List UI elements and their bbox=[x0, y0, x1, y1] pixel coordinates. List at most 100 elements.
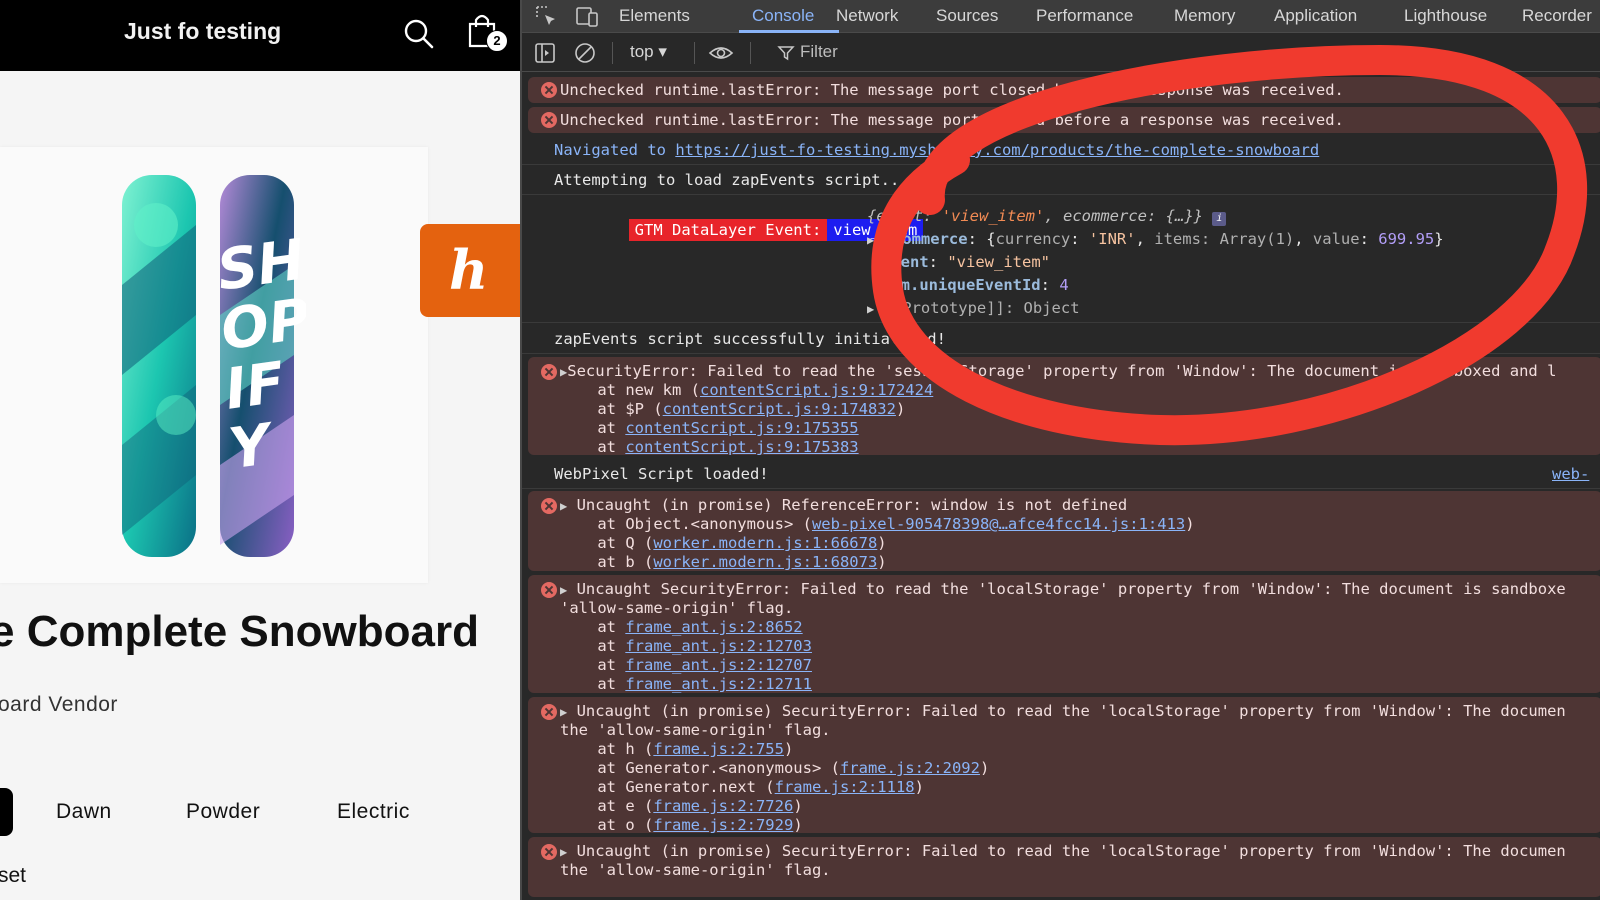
error-icon bbox=[541, 498, 557, 514]
console-toolbar: top ▾ Filter bbox=[522, 34, 1600, 72]
stack-link[interactable]: frame.js:2:755 bbox=[653, 740, 784, 758]
stack-link[interactable]: worker.modern.js:1:66678 bbox=[653, 534, 877, 552]
product-title: e Complete Snowboard bbox=[0, 607, 479, 656]
stack-link[interactable]: frame.js:2:7726 bbox=[653, 797, 793, 815]
cart-count-badge: 2 bbox=[486, 30, 508, 52]
source-link[interactable]: web- bbox=[1552, 465, 1589, 483]
error-icon bbox=[541, 844, 557, 860]
tab-lighthouse[interactable]: Lighthouse bbox=[1404, 6, 1487, 26]
console-message: Uncaught SecurityError: Failed to read t… bbox=[576, 580, 1566, 598]
stack-link[interactable]: worker.modern.js:1:68073 bbox=[653, 553, 877, 571]
console-gtm-row: GTM DataLayer Event: view_item {event: 'v… bbox=[522, 195, 1600, 323]
console-message: Attempting to load zapEvents script... bbox=[554, 171, 909, 189]
variant-option-powder[interactable]: Powder bbox=[186, 800, 260, 824]
variant-option-electric[interactable]: Electric bbox=[337, 800, 410, 824]
honey-logo-icon: h bbox=[449, 238, 489, 302]
stack-link[interactable]: contentScript.js:9:175383 bbox=[625, 438, 858, 455]
console-message: WebPixel Script loaded! bbox=[554, 465, 769, 483]
devtools-panel: Elements Console Network Sources Perform… bbox=[520, 0, 1600, 900]
console-output: Unchecked runtime.lastError: The message… bbox=[522, 73, 1600, 900]
stack-link[interactable]: frame_ant.js:2:8652 bbox=[625, 618, 802, 636]
console-message: Unchecked runtime.lastError: The message… bbox=[560, 111, 1344, 129]
console-message: Uncaught (in promise) SecurityError: Fai… bbox=[576, 842, 1566, 860]
tab-sources[interactable]: Sources bbox=[936, 6, 998, 26]
console-error-row[interactable]: ▶ Uncaught SecurityError: Failed to read… bbox=[528, 575, 1600, 693]
live-expression-eye-icon[interactable] bbox=[708, 40, 734, 66]
console-message-cont: 'allow-same-origin' flag. bbox=[560, 599, 794, 617]
stack-link[interactable]: frame_ant.js:2:12711 bbox=[625, 675, 812, 693]
filter-input[interactable]: Filter bbox=[768, 40, 968, 66]
console-error-row[interactable]: ▶SecurityError: Failed to read the 'sess… bbox=[528, 357, 1600, 455]
tab-memory[interactable]: Memory bbox=[1174, 6, 1235, 26]
tab-application[interactable]: Application bbox=[1274, 6, 1357, 26]
svg-text:IF: IF bbox=[221, 350, 289, 423]
console-log-row: zapEvents script successfully initialize… bbox=[522, 323, 1600, 354]
stack-link[interactable]: contentScript.js:9:174832 bbox=[663, 400, 896, 418]
error-icon bbox=[541, 364, 557, 380]
object-summary[interactable]: {event: 'view_item', ecommerce: {…}} i bbox=[867, 207, 1227, 226]
gtm-label-badge: GTM DataLayer Event: bbox=[628, 219, 828, 241]
device-toolbar-icon[interactable] bbox=[574, 4, 600, 30]
console-log-row: Navigated to https://just-fo-testing.mys… bbox=[522, 135, 1600, 165]
devtools-tabbar: Elements Console Network Sources Perform… bbox=[522, 0, 1600, 33]
filter-icon bbox=[777, 46, 795, 61]
cart-button[interactable]: 2 bbox=[463, 10, 509, 56]
toolbar-divider bbox=[750, 42, 751, 64]
console-message: Uncaught (in promise) ReferenceError: wi… bbox=[576, 496, 1128, 514]
context-selector[interactable]: top ▾ bbox=[630, 42, 667, 62]
clear-console-icon[interactable] bbox=[572, 40, 598, 66]
tab-elements[interactable]: Elements bbox=[619, 6, 690, 26]
tab-console[interactable]: Console bbox=[752, 6, 814, 26]
tab-recorder[interactable]: Recorder bbox=[1522, 6, 1592, 26]
active-tab-indicator bbox=[739, 30, 839, 33]
console-error-row[interactable]: ▶ Uncaught (in promise) ReferenceError: … bbox=[528, 491, 1600, 571]
stack-link[interactable]: frame.js:2:2092 bbox=[840, 759, 980, 777]
store-page: Just fo testing 2 SH OP IF Y h e Complet… bbox=[0, 0, 520, 900]
sidebar-toggle-icon[interactable] bbox=[532, 40, 558, 66]
variant-selected-swatch[interactable] bbox=[0, 788, 13, 836]
tab-performance[interactable]: Performance bbox=[1036, 6, 1133, 26]
object-prop-unique-id: gtm.uniqueEventId: 4 bbox=[882, 276, 1069, 294]
console-message-cont: the 'allow-same-origin' flag. bbox=[560, 721, 831, 739]
error-icon bbox=[541, 704, 557, 720]
search-icon bbox=[404, 19, 434, 49]
stack-link[interactable]: frame.js:2:7929 bbox=[653, 816, 793, 833]
honey-extension-button[interactable]: h bbox=[420, 224, 520, 317]
console-log-row: Attempting to load zapEvents script... bbox=[522, 165, 1600, 195]
console-error-row[interactable]: Unchecked runtime.lastError: The message… bbox=[528, 77, 1600, 103]
search-button[interactable] bbox=[401, 16, 437, 52]
toolbar-divider bbox=[612, 42, 613, 64]
console-message: zapEvents script successfully initialize… bbox=[554, 330, 946, 348]
console-error-row[interactable]: ▶ Uncaught (in promise) SecurityError: F… bbox=[528, 697, 1600, 833]
toolbar-divider bbox=[694, 42, 695, 64]
stack-link[interactable]: contentScript.js:9:175355 bbox=[625, 419, 858, 437]
stack-link[interactable]: frame_ant.js:2:12707 bbox=[625, 656, 812, 674]
store-header: Just fo testing 2 bbox=[0, 0, 520, 71]
variant-option-dawn[interactable]: Dawn bbox=[56, 800, 112, 824]
filter-placeholder: Filter bbox=[800, 42, 838, 61]
object-prop-event: event: "view_item" bbox=[882, 253, 1050, 271]
error-icon bbox=[541, 82, 557, 98]
console-error-row[interactable]: Unchecked runtime.lastError: The message… bbox=[528, 107, 1600, 133]
console-message-cont: the 'allow-same-origin' flag. bbox=[560, 861, 831, 879]
stack-link[interactable]: frame_ant.js:2:12703 bbox=[625, 637, 812, 655]
stack-link[interactable]: contentScript.js:9:172424 bbox=[700, 381, 933, 399]
inspect-element-icon[interactable] bbox=[534, 4, 560, 30]
store-title[interactable]: Just fo testing bbox=[124, 18, 281, 45]
stack-link[interactable]: frame.js:2:1118 bbox=[775, 778, 915, 796]
navigated-text: Navigated to bbox=[554, 141, 676, 159]
variant-option-partial[interactable]: set bbox=[0, 864, 26, 888]
object-prop-ecommerce[interactable]: ▶ ecommerce: {currency: 'INR', items: Ar… bbox=[867, 230, 1444, 248]
product-vendor: oard Vendor bbox=[0, 693, 118, 716]
console-error-row[interactable]: ▶ Uncaught (in promise) SecurityError: F… bbox=[528, 837, 1600, 897]
info-icon: i bbox=[1212, 212, 1227, 226]
console-log-row: WebPixel Script loaded! web- bbox=[522, 457, 1600, 489]
navigated-url-link[interactable]: https://just-fo-testing.myshopify.com/pr… bbox=[675, 141, 1319, 159]
error-icon bbox=[541, 112, 557, 128]
object-prototype[interactable]: ▶ [[Prototype]]: Object bbox=[867, 299, 1080, 317]
tab-network[interactable]: Network bbox=[836, 6, 898, 26]
console-message: Uncaught (in promise) SecurityError: Fai… bbox=[576, 702, 1566, 720]
snowboard-product-image: SH OP IF Y bbox=[122, 175, 306, 557]
stack-link[interactable]: web-pixel-905478398@…afce4fcc14.js:1:413 bbox=[812, 515, 1185, 533]
error-icon bbox=[541, 582, 557, 598]
